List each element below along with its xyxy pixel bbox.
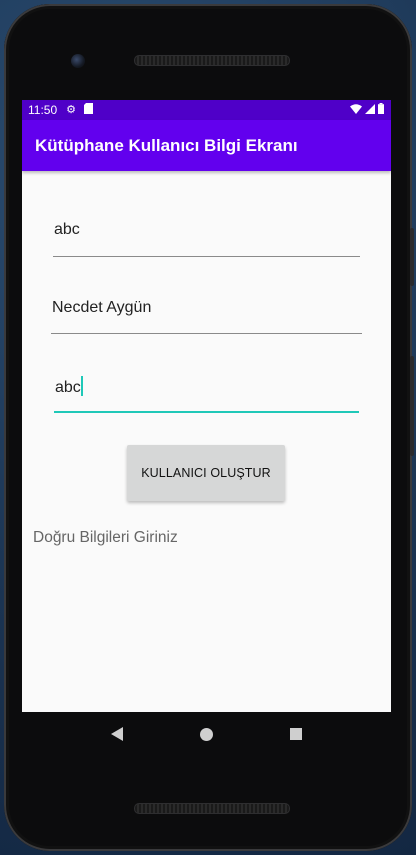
app-bar-title: Kütüphane Kullanıcı Bilgi Ekranı bbox=[35, 135, 298, 155]
username-field-value: abc bbox=[54, 221, 80, 238]
status-message: Doğru Bilgileri Giriniz bbox=[33, 529, 178, 546]
username-field-underline bbox=[53, 256, 360, 257]
signal-icon bbox=[365, 103, 375, 117]
wifi-icon bbox=[350, 103, 362, 117]
password-field[interactable]: abc bbox=[54, 366, 359, 413]
back-icon[interactable] bbox=[110, 727, 123, 741]
power-button bbox=[410, 228, 414, 286]
status-time: 11:50 bbox=[28, 103, 58, 117]
app-screen: 11:50 ⚙ Kütüphane Kullanıcı Bilgi Ekranı… bbox=[22, 100, 391, 712]
battery-icon bbox=[378, 103, 384, 117]
volume-button bbox=[410, 356, 414, 456]
top-speaker bbox=[134, 55, 290, 66]
sd-card-icon bbox=[84, 103, 94, 117]
recents-icon[interactable] bbox=[290, 728, 303, 740]
front-camera bbox=[71, 54, 85, 68]
password-field-value: abc bbox=[55, 379, 81, 396]
gear-icon: ⚙ bbox=[66, 103, 77, 116]
status-right-icons bbox=[350, 103, 384, 117]
text-cursor bbox=[80, 376, 83, 396]
name-field-value: Necdet Aygün bbox=[52, 299, 152, 316]
home-icon[interactable] bbox=[199, 727, 213, 741]
bottom-speaker bbox=[134, 803, 290, 814]
navigation-bar bbox=[22, 712, 391, 756]
password-field-underline bbox=[54, 411, 359, 413]
app-bar: Kütüphane Kullanıcı Bilgi Ekranı bbox=[22, 120, 391, 171]
name-field[interactable]: Necdet Aygün bbox=[51, 290, 362, 334]
create-user-button[interactable]: KULLANICI OLUŞTUR bbox=[127, 445, 285, 501]
name-field-underline bbox=[51, 333, 362, 334]
username-field[interactable]: abc bbox=[53, 213, 360, 257]
status-bar: 11:50 ⚙ bbox=[22, 100, 391, 120]
